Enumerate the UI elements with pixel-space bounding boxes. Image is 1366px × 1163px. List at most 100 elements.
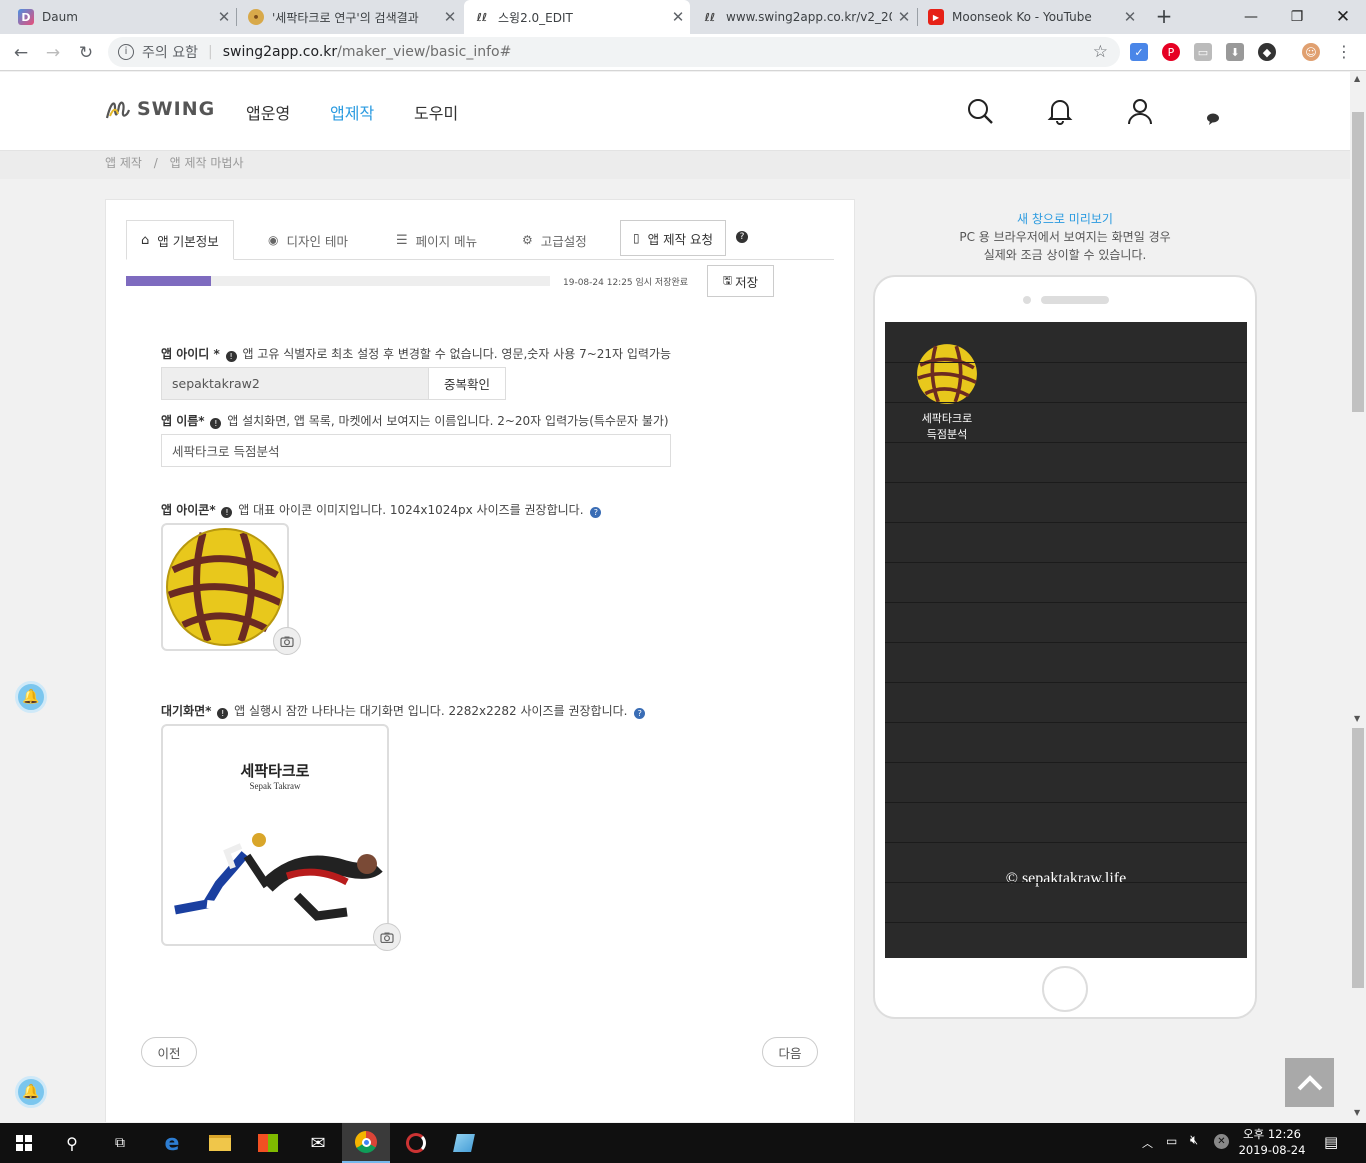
nav-app-creation[interactable]: 앱제작 — [330, 100, 374, 124]
edge-browser-icon[interactable]: e — [148, 1123, 196, 1163]
extension-shield-icon[interactable]: ◆ — [1258, 43, 1276, 61]
volume-muted-icon[interactable]: 🔇︎ — [1190, 1133, 1198, 1148]
help-icon[interactable]: ? — [736, 231, 748, 243]
tab-page-menu[interactable]: ☰ 페이지 메뉴 — [396, 220, 477, 260]
minimize-icon[interactable]: — — [1228, 0, 1274, 34]
search-icon[interactable]: ⚲ — [48, 1123, 96, 1163]
info-icon[interactable]: i — [118, 44, 134, 60]
notes-app-icon[interactable] — [440, 1123, 488, 1163]
mail-icon[interactable]: ✉ — [294, 1123, 342, 1163]
preview-app-icon[interactable] — [915, 342, 979, 406]
browser-tab-youtube[interactable]: ▶ Moonseok Ko - YouTube ✕ — [918, 0, 1142, 34]
close-tab-icon[interactable]: ✕ — [212, 8, 236, 26]
extension-window-icon[interactable]: ▭ — [1194, 43, 1212, 61]
taskbar-clock[interactable]: 오후 12:26 2019-08-24 — [1236, 1126, 1308, 1158]
notification-bell-float-icon-bottom[interactable]: 🔔 — [15, 1076, 47, 1108]
network-error-icon[interactable]: ✕ — [1214, 1134, 1229, 1149]
tab-design-theme[interactable]: ◉ 디자인 테마 — [268, 220, 348, 260]
swing-favicon-icon: ℓℓ — [704, 10, 716, 24]
action-center-icon[interactable]: ▤ — [1324, 1133, 1338, 1151]
file-explorer-icon[interactable] — [196, 1123, 244, 1163]
browser-menu-icon[interactable]: ⋮ — [1336, 42, 1352, 61]
tab-title: Daum — [42, 10, 78, 24]
breadcrumb-root[interactable]: 앱 제작 — [105, 156, 142, 170]
security-warning[interactable]: 주의 요함 — [142, 42, 198, 62]
clock-time: 12:26 — [1267, 1127, 1301, 1141]
clock-ampm: 오후 — [1243, 1127, 1265, 1141]
address-divider: | — [207, 44, 213, 60]
close-window-icon[interactable]: ✕ — [1320, 0, 1366, 34]
save-button[interactable]: 🖫 저장 — [707, 265, 774, 297]
tab-title: Moonseok Ko - YouTube — [952, 10, 1092, 24]
new-tab-icon[interactable]: + — [1150, 4, 1178, 30]
camera-icon[interactable] — [273, 627, 301, 655]
page-scrollbar[interactable]: ▲ ▼ ▼ — [1350, 72, 1366, 1123]
preview-note-1: PC 용 브라우저에서 보여지는 화면일 경우 — [959, 230, 1171, 244]
browser-tab-swing-site[interactable]: ℓℓ www.swing2app.co.kr/v2_2015 ✕ — [692, 0, 916, 34]
search-icon[interactable] — [965, 96, 995, 126]
nav-app-operation[interactable]: 앱운영 — [246, 100, 290, 124]
help-icon[interactable]: ? — [590, 507, 602, 518]
snipping-tool-icon[interactable] — [392, 1123, 440, 1163]
notification-bell-float-icon[interactable]: 🔔 — [15, 681, 47, 713]
duplicate-check-button[interactable]: 중복확인 — [428, 367, 506, 400]
download-extension-icon[interactable]: ⬇ — [1226, 43, 1244, 61]
nav-help[interactable]: 도우미 — [414, 100, 458, 124]
site-header: SWING 앱운영 앱제작 도우미 — [0, 72, 1350, 151]
tab-app-request[interactable]: ▯ 앱 제작 요청 — [620, 220, 727, 256]
tab-advanced[interactable]: ⚙ 고급설정 — [522, 220, 587, 260]
close-tab-icon[interactable]: ✕ — [1118, 8, 1142, 26]
list-icon: ☰ — [396, 232, 408, 248]
bell-icon[interactable] — [1045, 96, 1075, 126]
address-bar[interactable]: i 주의 요함 | swing2app.co.kr /maker_view/ba… — [108, 37, 1120, 67]
profile-avatar-icon[interactable]: ☺ — [1302, 43, 1320, 61]
app-icon-upload[interactable] — [161, 523, 289, 651]
scroll-down-arrow-icon[interactable]: ▼ — [1354, 714, 1360, 723]
store-icon[interactable] — [244, 1123, 292, 1163]
battery-icon[interactable]: ▭ — [1166, 1134, 1177, 1148]
app-name-help: 앱 설치화면, 앱 목록, 마켓에서 보여지는 이름입니다. 2~20자 입력가… — [227, 414, 669, 428]
forward-icon[interactable]: → — [40, 40, 66, 66]
tab-basic-info[interactable]: ⌂ 앱 기본정보 — [126, 220, 234, 260]
help-icon[interactable]: ? — [634, 708, 646, 719]
browser-tab-daum[interactable]: D Daum ✕ — [8, 0, 236, 34]
tray-chevron-icon[interactable]: ︿ — [1142, 1135, 1153, 1151]
scroll-up-arrow-icon[interactable]: ▲ — [1354, 74, 1360, 83]
swing-logo[interactable]: SWING — [105, 98, 215, 120]
maximize-icon[interactable]: ❐ — [1274, 0, 1320, 34]
app-id-input[interactable]: sepaktakraw2 — [161, 367, 429, 400]
preview-new-window-link[interactable]: 새 창으로 미리보기 — [873, 210, 1257, 227]
splash-upload[interactable]: 세팍타크로 Sepak Takraw — [161, 724, 389, 946]
bookmark-star-icon[interactable]: ☆ — [1093, 42, 1108, 62]
app-id-label: 앱 아이디 * — [161, 347, 220, 361]
scroll-top-button[interactable] — [1285, 1058, 1334, 1107]
close-tab-icon[interactable]: ✕ — [666, 8, 690, 26]
extension-check-icon[interactable]: ✓ — [1130, 43, 1148, 61]
pinterest-icon[interactable]: P — [1162, 43, 1180, 61]
next-button[interactable]: 다음 — [762, 1037, 818, 1067]
user-icon[interactable] — [1125, 96, 1155, 126]
browser-tab-search[interactable]: • '세팍타크로 연구'의 검색결과 ✕ — [238, 0, 462, 34]
reload-icon[interactable]: ↻ — [73, 40, 99, 66]
chrome-taskbar-icon[interactable] — [342, 1123, 390, 1163]
prev-button[interactable]: 이전 — [141, 1037, 197, 1067]
scroll-thumb[interactable] — [1352, 112, 1364, 412]
wood-plank-line — [885, 602, 1247, 603]
camera-icon[interactable] — [373, 923, 401, 951]
task-view-icon[interactable]: ⧉ — [96, 1123, 144, 1163]
chevron-up-icon — [1297, 1074, 1322, 1090]
scroll-thumb-secondary[interactable] — [1352, 728, 1364, 988]
browser-tab-swing-edit[interactable]: ℓℓ 스윙2.0_EDIT ✕ — [464, 0, 690, 34]
url-domain: swing2app.co.kr — [222, 44, 338, 60]
back-icon[interactable]: ← — [8, 40, 34, 66]
chat-icon[interactable] — [1206, 112, 1222, 126]
app-name-input[interactable]: 세팍타크로 득점분석 — [161, 434, 671, 467]
save-label: 저장 — [735, 274, 759, 290]
close-tab-icon[interactable]: ✕ — [892, 8, 916, 26]
preview-app-label: 세팍타크로 득점분석 — [897, 411, 997, 443]
scroll-down-arrow-icon[interactable]: ▼ — [1354, 1108, 1360, 1117]
close-tab-icon[interactable]: ✕ — [438, 8, 462, 26]
swing-logo-icon — [105, 101, 131, 119]
windows-start-icon[interactable] — [0, 1123, 48, 1163]
breadcrumb-current: 앱 제작 마법사 — [169, 156, 244, 170]
